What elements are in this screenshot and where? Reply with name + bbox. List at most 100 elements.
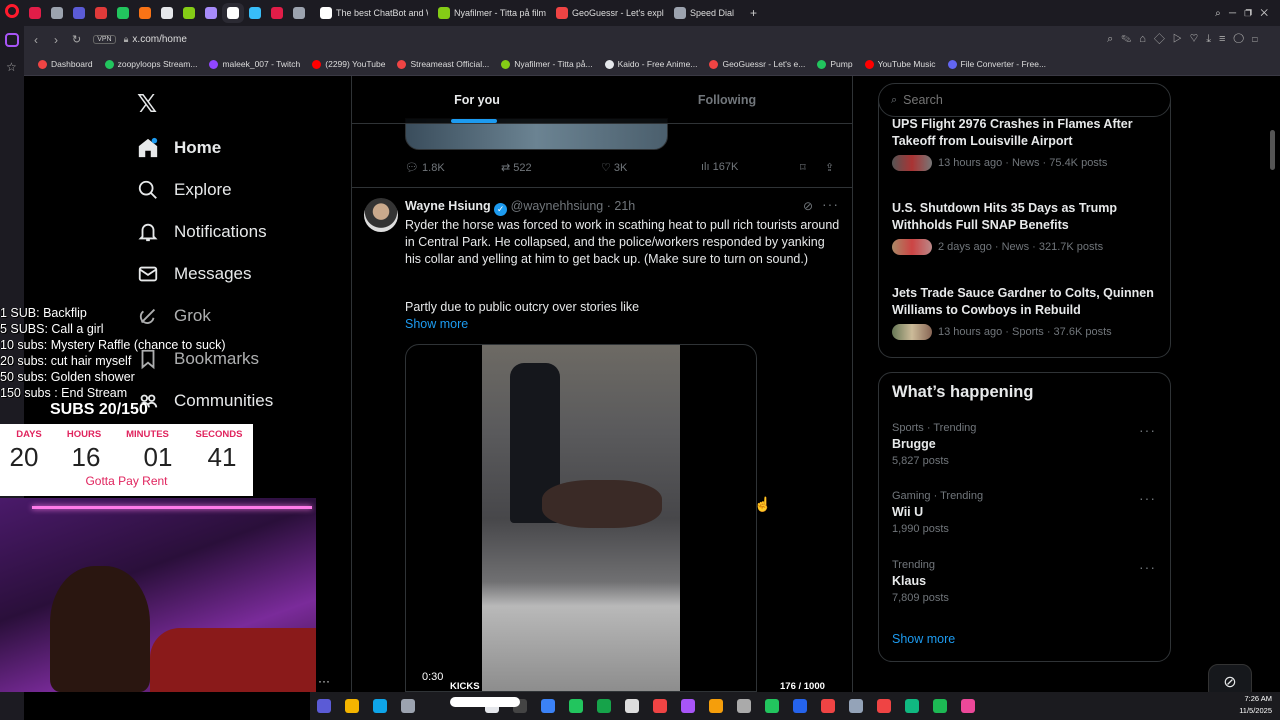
- taskbar-app-icon[interactable]: [345, 699, 359, 713]
- new-tab-icon[interactable]: +: [750, 6, 757, 20]
- browser-tab[interactable]: [90, 3, 112, 23]
- trend-item[interactable]: Sports · Trending Brugge 5,827 posts ···: [892, 422, 1160, 474]
- post-time[interactable]: · 21h: [607, 199, 636, 213]
- nav-home[interactable]: Home: [137, 137, 221, 159]
- news-item[interactable]: Jets Trade Sauce Gardner to Colts, Quinn…: [892, 285, 1154, 340]
- bookmark-item[interactable]: Nyafilmer - Titta på...: [501, 59, 593, 69]
- bookmark-item[interactable]: Kaido - Free Anime...: [604, 59, 697, 69]
- news-item[interactable]: UPS Flight 2976 Crashes in Flames After …: [892, 116, 1154, 171]
- browser-tab[interactable]: [178, 3, 200, 23]
- bookmark-post-icon[interactable]: ⌑: [800, 161, 806, 174]
- tab-bar: The best ChatBot and Wic Nyafilmer - Titt…: [24, 0, 1280, 26]
- tab-for-you[interactable]: For you: [352, 76, 602, 124]
- taskbar-app-icon[interactable]: [905, 699, 919, 713]
- bookmark-item[interactable]: zoopyloops Stream...: [104, 59, 197, 69]
- url-field[interactable]: x.com/home: [132, 34, 186, 45]
- bookmark-item[interactable]: maleek_007 - Twitch: [209, 59, 300, 69]
- show-more-link[interactable]: Show more: [405, 317, 468, 331]
- author-avatar[interactable]: [364, 198, 398, 232]
- browser-tab[interactable]: [200, 3, 222, 23]
- bookmark-item[interactable]: YouTube Music: [864, 59, 936, 69]
- like-button[interactable]: ♡ 3K: [601, 161, 627, 174]
- taskbar-app-icon[interactable]: [373, 699, 387, 713]
- nav-notifications[interactable]: Notifications: [137, 221, 267, 243]
- browser-tab[interactable]: [134, 3, 156, 23]
- taskbar-app-icon[interactable]: [793, 699, 807, 713]
- pin-icon[interactable]: ☆: [6, 60, 17, 74]
- bookmark-item[interactable]: Dashboard: [38, 59, 93, 69]
- browser-tab[interactable]: [68, 3, 90, 23]
- trend-more-icon[interactable]: ···: [1139, 422, 1156, 438]
- taskbar-app-icon[interactable]: [317, 699, 331, 713]
- taskbar-app-icon[interactable]: [681, 699, 695, 713]
- x-logo-icon[interactable]: 𝕏: [137, 89, 157, 118]
- browser-tab[interactable]: [244, 3, 266, 23]
- taskbar-app-icon[interactable]: [541, 699, 555, 713]
- forward-icon[interactable]: ›: [54, 33, 58, 47]
- taskbar-app-icon[interactable]: [401, 699, 415, 713]
- taskbar-app-icon[interactable]: [933, 699, 947, 713]
- home-icon: [138, 137, 158, 158]
- news-item[interactable]: U.S. Shutdown Hits 35 Days as Trump With…: [892, 200, 1154, 255]
- toolbar-icons[interactable]: ⌕✎⌂◇▷♡⤓≡◯◻: [1107, 33, 1266, 46]
- taskbar-app-icon[interactable]: [709, 699, 723, 713]
- opera-logo-icon[interactable]: [5, 4, 19, 18]
- taskbar-app-icon[interactable]: [821, 699, 835, 713]
- vpn-badge[interactable]: VPN: [93, 35, 116, 44]
- repost-button[interactable]: ⇄ 522: [501, 161, 532, 174]
- taskbar-app-icon[interactable]: [597, 699, 611, 713]
- bookmark-item[interactable]: (2299) YouTube: [312, 59, 385, 69]
- browser-tab[interactable]: [156, 3, 178, 23]
- grok-post-icon[interactable]: ⊘: [803, 199, 813, 213]
- taskbar-app-icon[interactable]: [877, 699, 891, 713]
- share-icon[interactable]: ⇪: [825, 161, 834, 174]
- author-name[interactable]: Wayne Hsiung: [405, 199, 491, 213]
- page-scrollbar[interactable]: [1270, 130, 1275, 170]
- browser-tab[interactable]: [222, 3, 244, 23]
- author-handle[interactable]: @waynehhsiung: [511, 199, 604, 213]
- browser-tab[interactable]: [24, 3, 46, 23]
- tab-following[interactable]: Following: [602, 76, 852, 124]
- browser-tab[interactable]: [266, 3, 288, 23]
- nav-explore-label: Explore: [174, 180, 232, 199]
- browser-tab[interactable]: Speed Dial: [664, 3, 740, 23]
- back-icon[interactable]: ‹: [34, 33, 38, 47]
- taskbar-app-icon[interactable]: [653, 699, 667, 713]
- nav-explore[interactable]: Explore: [137, 179, 232, 201]
- taskbar-app-icon[interactable]: [961, 699, 975, 713]
- views-button[interactable]: ılı 167K: [701, 161, 738, 173]
- home-sidebar-icon[interactable]: [5, 33, 19, 47]
- bookmark-item[interactable]: File Converter - Free...: [947, 59, 1046, 69]
- browser-tab[interactable]: The best ChatBot and Wic: [310, 3, 428, 23]
- window-controls[interactable]: ⌕ ─ ❐ ✕: [1215, 8, 1268, 19]
- nav-messages[interactable]: Messages: [137, 263, 251, 285]
- clock-date: 11/5/2025: [1239, 706, 1272, 715]
- post-video[interactable]: 0:30: [405, 344, 757, 692]
- bookmark-label: (2299) YouTube: [325, 59, 386, 69]
- bookmark-item[interactable]: GeoGuessr - Let's e...: [709, 59, 805, 69]
- bookmark-item[interactable]: Pump: [817, 59, 853, 69]
- browser-tab[interactable]: Nyafilmer - Titta på filmer: [428, 3, 546, 23]
- reply-button[interactable]: 💬︎ 1.8K: [405, 161, 445, 174]
- webcam-led-strip: [32, 506, 312, 509]
- browser-tab[interactable]: GeoGuessr - Let's explore: [546, 3, 664, 23]
- browser-tab[interactable]: [46, 3, 68, 23]
- trends-show-more-link[interactable]: Show more: [892, 632, 955, 646]
- bookmark-label: Nyafilmer - Titta på...: [514, 59, 593, 69]
- browser-tab[interactable]: [288, 3, 310, 23]
- taskbar-app-icon[interactable]: [569, 699, 583, 713]
- taskbar-app-icon[interactable]: [625, 699, 639, 713]
- taskbar-app-icon[interactable]: [849, 699, 863, 713]
- trend-item[interactable]: Trending Klaus 7,809 posts ···: [892, 559, 1160, 611]
- trend-item[interactable]: Gaming · Trending Wii U 1,990 posts ···: [892, 490, 1160, 542]
- bookmark-item[interactable]: Streameast Official...: [397, 59, 489, 69]
- reload-icon[interactable]: ↻: [72, 33, 81, 46]
- taskbar-app-icon[interactable]: [737, 699, 751, 713]
- trend-more-icon[interactable]: ···: [1139, 490, 1156, 506]
- more-icon[interactable]: ···: [318, 674, 330, 688]
- post-more-icon[interactable]: ···: [822, 196, 839, 212]
- browser-tab[interactable]: [112, 3, 134, 23]
- taskbar-app-icon[interactable]: [765, 699, 779, 713]
- system-clock[interactable]: 7:26 AM 11/5/2025: [1239, 693, 1272, 717]
- trend-more-icon[interactable]: ···: [1139, 559, 1156, 575]
